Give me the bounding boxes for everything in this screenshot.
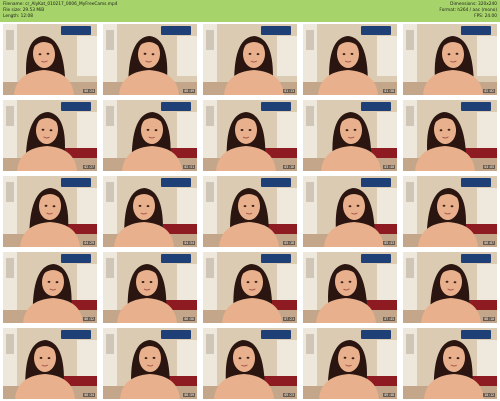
webcam-frame [403, 100, 497, 171]
webcam-frame [3, 328, 97, 399]
webcam-frame [3, 176, 97, 247]
video-thumbnail: 04:29 [3, 176, 97, 247]
length-text: Length: 12:08 [3, 14, 34, 19]
video-thumbnail: 04:54 [103, 176, 197, 247]
webcam-frame [303, 176, 397, 247]
contact-sheet: Filename: cr_AlyKat_010217_0006_MyFreeCa… [0, 0, 500, 401]
webcam-frame [203, 252, 297, 323]
video-thumbnail: 07:45 [303, 252, 397, 323]
timestamp-label: 03:16 [283, 165, 295, 169]
webcam-frame [3, 252, 97, 323]
timestamp-label: 06:07 [483, 241, 495, 245]
video-thumbnail: 00:49 [103, 24, 197, 95]
video-thumbnail: 06:32 [3, 252, 97, 323]
video-thumbnail: 08:34 [3, 328, 97, 399]
timestamp-label: 00:24 [83, 89, 95, 93]
video-thumbnail: 09:23 [203, 328, 297, 399]
video-thumbnail: 05:18 [203, 176, 297, 247]
timestamp-label: 09:48 [383, 393, 395, 397]
video-thumbnail: 04:05 [403, 100, 497, 171]
video-thumbnail: 00:24 [3, 24, 97, 95]
video-thumbnail: 07:21 [203, 252, 297, 323]
thumbnail-grid: 00:24 00:49 01:13 01:38 02:02 02:27 02:51 03:16… [3, 24, 498, 399]
timestamp-label: 06:32 [83, 317, 95, 321]
webcam-frame [203, 100, 297, 171]
video-thumbnail: 01:13 [203, 24, 297, 95]
timestamp-label: 08:34 [83, 393, 95, 397]
webcam-frame [403, 24, 497, 95]
timestamp-label: 08:59 [183, 393, 195, 397]
timestamp-label: 00:49 [183, 89, 195, 93]
timestamp-label: 06:56 [183, 317, 195, 321]
video-thumbnail: 08:59 [103, 328, 197, 399]
video-thumbnail: 02:02 [403, 24, 497, 95]
video-thumbnail: 01:38 [303, 24, 397, 95]
video-thumbnail: 05:43 [303, 176, 397, 247]
timestamp-label: 02:51 [183, 165, 195, 169]
video-thumbnail: 02:27 [3, 100, 97, 171]
webcam-frame [403, 252, 497, 323]
timestamp-label: 07:21 [283, 317, 295, 321]
timestamp-label: 01:13 [283, 89, 295, 93]
timestamp-label: 07:45 [383, 317, 395, 321]
timestamp-label: 04:29 [83, 241, 95, 245]
webcam-frame [303, 100, 397, 171]
webcam-frame [203, 176, 297, 247]
timestamp-label: 04:05 [483, 165, 495, 169]
webcam-frame [203, 328, 297, 399]
video-thumbnail: 06:07 [403, 176, 497, 247]
video-thumbnail: 02:51 [103, 100, 197, 171]
webcam-frame [103, 24, 197, 95]
fps-text: FPS: 24.00 [474, 14, 497, 19]
timestamp-label: 03:40 [383, 165, 395, 169]
timestamp-label: 09:23 [283, 393, 295, 397]
timestamp-label: 10:12 [483, 393, 495, 397]
webcam-frame [403, 176, 497, 247]
webcam-frame [103, 252, 197, 323]
video-thumbnail: 06:56 [103, 252, 197, 323]
video-thumbnail: 10:12 [403, 328, 497, 399]
webcam-frame [103, 176, 197, 247]
timestamp-label: 08:10 [483, 317, 495, 321]
webcam-frame [203, 24, 297, 95]
info-header: Filename: cr_AlyKat_010217_0006_MyFreeCa… [0, 0, 500, 22]
webcam-frame [303, 252, 397, 323]
timestamp-label: 05:43 [383, 241, 395, 245]
video-thumbnail: 09:48 [303, 328, 397, 399]
timestamp-label: 04:54 [183, 241, 195, 245]
webcam-frame [3, 100, 97, 171]
video-thumbnail: 03:16 [203, 100, 297, 171]
timestamp-label: 05:18 [283, 241, 295, 245]
webcam-frame [103, 328, 197, 399]
timestamp-label: 02:27 [83, 165, 95, 169]
webcam-frame [303, 24, 397, 95]
webcam-frame [303, 328, 397, 399]
timestamp-label: 02:02 [483, 89, 495, 93]
webcam-frame [103, 100, 197, 171]
webcam-frame [3, 24, 97, 95]
webcam-frame [403, 328, 497, 399]
video-thumbnail: 08:10 [403, 252, 497, 323]
timestamp-label: 01:38 [383, 89, 395, 93]
video-thumbnail: 03:40 [303, 100, 397, 171]
